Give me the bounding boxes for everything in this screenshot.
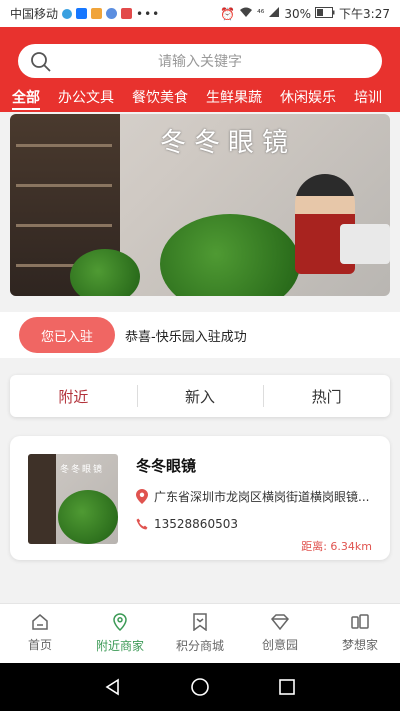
play-icon — [91, 8, 103, 19]
diamond-icon — [271, 614, 289, 630]
search-input[interactable]: 请输入关键字 — [18, 51, 382, 71]
alipay-icon — [76, 8, 88, 19]
nav-points-mall[interactable]: 积分商城 — [160, 604, 240, 663]
alarm-icon: ⏰ — [220, 6, 236, 21]
nav-nearby[interactable]: 附近商家 — [80, 604, 160, 663]
joined-button[interactable]: 您已入驻 — [19, 317, 115, 353]
carrier-label: 中国移动 — [10, 7, 59, 21]
merchant-tabs: 附近 新入 热门 — [10, 375, 390, 417]
category-tab-food[interactable]: 餐饮美食 — [132, 84, 188, 112]
category-tab-training[interactable]: 培训 — [354, 84, 382, 112]
thumbnail-sign: 冬冬眼镜 — [60, 465, 105, 475]
tab-hot[interactable]: 热门 — [263, 375, 390, 417]
banner-machine — [340, 224, 390, 264]
nav-creative-park-label: 创意园 — [261, 638, 298, 652]
banner-plant-small — [70, 249, 140, 296]
tab-new[interactable]: 新入 — [136, 375, 264, 417]
dream-icon — [351, 614, 369, 629]
banner-sign: 冬冬眼镜 — [160, 128, 297, 158]
home-icon — [32, 614, 48, 630]
header: 请输入关键字 全部 办公文具 餐饮美食 生鲜果蔬 休闲娱乐 培训 — [0, 27, 400, 112]
bookmark-icon — [193, 613, 207, 631]
home-button-icon[interactable] — [190, 677, 210, 697]
gallery-icon — [121, 8, 133, 19]
category-tab-office[interactable]: 办公文具 — [58, 84, 114, 112]
battery-percent: 30% — [284, 6, 312, 21]
nav-dreamer-label: 梦想家 — [341, 638, 378, 652]
merchant-phone-text: 13528860503 — [154, 517, 238, 531]
signal-icon — [268, 6, 280, 21]
banner-plant — [160, 214, 300, 296]
app-icon — [106, 8, 118, 19]
banner-image[interactable]: 冬冬眼镜 — [10, 114, 390, 296]
category-tabs: 全部 办公文具 餐饮美食 生鲜果蔬 休闲娱乐 培训 — [0, 84, 400, 112]
merchant-address: 广东省深圳市龙岗区横岗街道横岗眼镜... — [136, 488, 371, 505]
tab-nearby[interactable]: 附近 — [10, 375, 137, 417]
nav-points-mall-label: 积分商城 — [175, 639, 224, 653]
more-dots-icon: ••• — [136, 6, 161, 21]
nav-creative-park[interactable]: 创意园 — [240, 604, 320, 663]
system-navigation-bar — [0, 663, 400, 711]
category-tab-fresh[interactable]: 生鲜果蔬 — [206, 84, 262, 112]
back-icon[interactable] — [104, 678, 122, 696]
merchant-address-text: 广东省深圳市龙岗区横岗街道横岗眼镜... — [154, 490, 370, 504]
banner-section: 冬冬眼镜 — [0, 112, 400, 312]
joined-row: 您已入驻 恭喜-快乐园入驻成功 — [0, 312, 400, 358]
nav-nearby-label: 附近商家 — [95, 639, 144, 653]
nav-home[interactable]: 首页 — [0, 604, 80, 663]
merchant-distance: 距离: 6.34km — [301, 540, 372, 553]
merchant-card[interactable]: 冬冬眼镜 冬冬眼镜 广东省深圳市龙岗区横岗街道横岗眼镜... 135288605… — [10, 436, 390, 560]
joined-message: 恭喜-快乐园入驻成功 — [125, 329, 247, 345]
network-extra: ⁴⁶ — [257, 8, 265, 19]
clock: 下午3:27 — [339, 7, 390, 21]
search-icon — [31, 52, 51, 72]
search-bar[interactable]: 请输入关键字 — [18, 44, 382, 78]
nav-home-label: 首页 — [27, 638, 52, 652]
battery-icon — [315, 6, 335, 21]
wifi-icon — [239, 6, 253, 21]
merchant-phone[interactable]: 13528860503 — [136, 517, 238, 531]
location-pin-icon — [136, 489, 148, 504]
status-bar: 中国移动 ••• ⏰ ⁴⁶ 30% 下午3:27 — [0, 0, 400, 27]
telegram-icon — [62, 8, 73, 19]
category-tab-all[interactable]: 全部 — [12, 84, 40, 112]
nav-dreamer[interactable]: 梦想家 — [320, 604, 400, 663]
merchant-name: 冬冬眼镜 — [136, 457, 197, 475]
phone-icon — [136, 518, 148, 530]
recents-icon[interactable] — [278, 678, 296, 696]
bottom-nav: 首页 附近商家 积分商城 创意园 梦想家 — [0, 603, 400, 663]
category-tab-leisure[interactable]: 休闲娱乐 — [280, 84, 336, 112]
location-pin-icon — [113, 613, 127, 631]
merchant-thumbnail: 冬冬眼镜 — [28, 454, 118, 544]
